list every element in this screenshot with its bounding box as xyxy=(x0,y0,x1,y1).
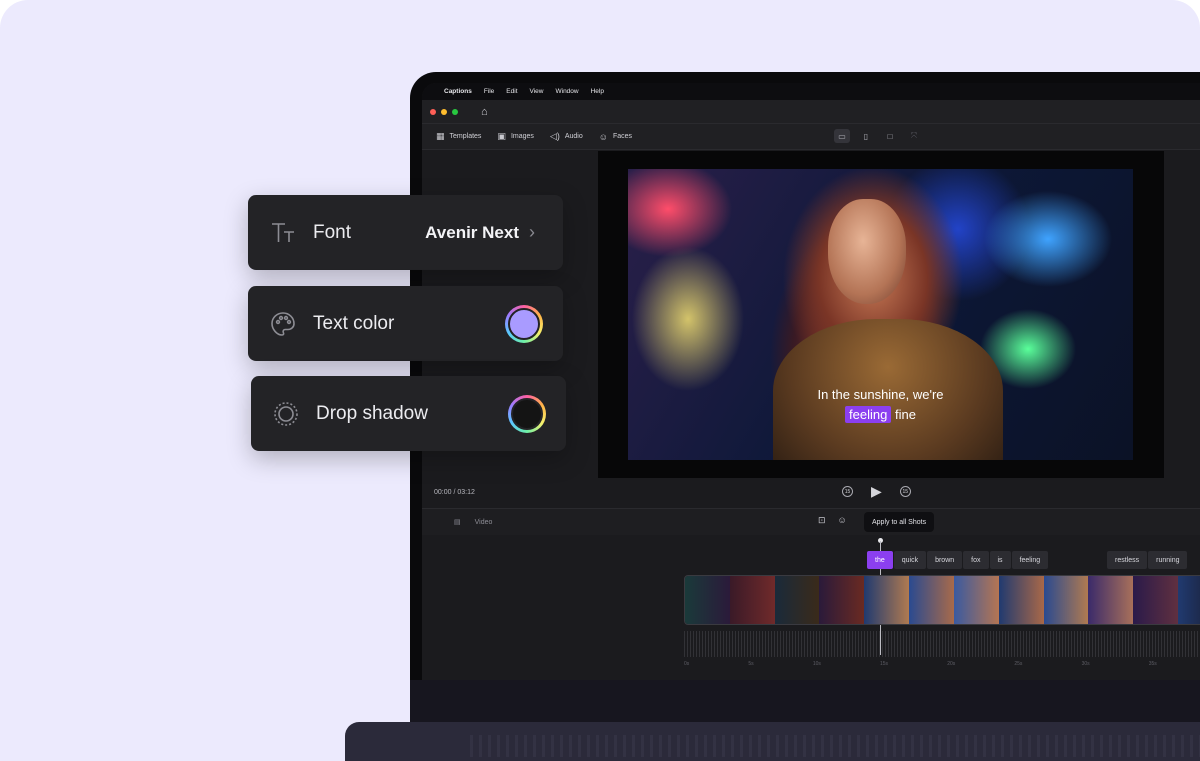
templates-icon: ▦ xyxy=(436,131,445,141)
thumbnail xyxy=(819,576,865,624)
thumbnail xyxy=(998,576,1044,624)
images-label: Images xyxy=(510,133,534,140)
zoom-window-button[interactable] xyxy=(452,108,458,115)
apply-to-all-shots-button[interactable]: Apply to all Shots xyxy=(864,512,935,532)
image-icon: ▣ xyxy=(497,131,506,141)
menu-help[interactable]: Help xyxy=(591,88,604,95)
video-track-text: Video xyxy=(474,518,493,526)
close-window-button[interactable] xyxy=(430,108,436,115)
audio-icon: ◁) xyxy=(549,131,560,141)
text-color-swatch[interactable] xyxy=(505,304,543,343)
aspect-ratio-group: ▭ ▯ □ ⤧ xyxy=(834,129,922,143)
timeline-ruler: 0s 5s 10s 15s 20s 25s 30s 35s 40s xyxy=(684,661,1200,667)
laptop-hinge xyxy=(410,680,1200,725)
caption-word[interactable]: restless xyxy=(1107,551,1148,569)
palette-icon xyxy=(268,310,298,338)
ruler-tick: 20s xyxy=(947,661,956,667)
thumbnail xyxy=(1088,576,1134,624)
faces-icon: ☺ xyxy=(598,131,608,142)
audio-button[interactable]: ◁) Audio xyxy=(550,131,583,142)
thumbnail xyxy=(1133,576,1179,624)
home-icon[interactable]: ⌂ xyxy=(481,106,488,118)
chevron-right-icon: › xyxy=(529,222,535,242)
font-label: Font xyxy=(313,221,352,243)
drop-shadow-fill xyxy=(511,397,543,430)
menu-bar: Captions File Edit View Window Help xyxy=(422,83,1200,100)
audio-waveform xyxy=(684,631,1200,657)
caption-word[interactable]: quick xyxy=(893,551,927,569)
text-color-fill xyxy=(508,307,540,340)
video-thumbnail-strip[interactable] xyxy=(684,575,1200,625)
font-icon xyxy=(268,221,298,245)
text-color-label: Text color xyxy=(313,312,395,334)
caption-word[interactable]: fox xyxy=(963,551,989,569)
thumbnail xyxy=(1178,576,1200,624)
minimize-window-button[interactable] xyxy=(441,108,447,115)
video-track-label: ▤ Video xyxy=(454,518,493,527)
ruler-tick: 10s xyxy=(812,661,821,667)
text-color-setting-row[interactable]: Text color xyxy=(248,286,563,361)
caption-word[interactable]: is xyxy=(989,551,1011,569)
thumbnail xyxy=(953,576,999,624)
ruler-tick: 35s xyxy=(1148,661,1157,667)
faces-label: Faces xyxy=(612,133,632,140)
face-track-icon[interactable]: ☺ xyxy=(838,515,847,526)
thumbnail xyxy=(864,576,910,624)
caption-line-2[interactable]: feeling fine xyxy=(628,406,1133,423)
thumbnail xyxy=(685,576,730,624)
caption-word-track-later: restless running xyxy=(1107,551,1188,569)
drop-shadow-setting-row[interactable]: Drop shadow xyxy=(251,376,566,451)
focus-icon[interactable]: ⊡ xyxy=(818,515,826,526)
ruler-tick: 15s xyxy=(880,661,889,667)
caption-word[interactable]: feeling xyxy=(1011,551,1049,569)
images-button[interactable]: ▣ Images xyxy=(497,131,533,142)
thumbnail xyxy=(909,576,954,624)
caption-line-1[interactable]: In the sunshine, we're xyxy=(628,387,1133,402)
templates-button[interactable]: ▦ Templates xyxy=(436,131,481,142)
menu-file[interactable]: File xyxy=(484,88,494,95)
thumbnail xyxy=(774,576,820,624)
caption-word[interactable]: running xyxy=(1148,551,1188,569)
menu-view[interactable]: View xyxy=(530,88,544,95)
window-titlebar: ⌂ xyxy=(422,100,1200,124)
video-frame[interactable]: In the sunshine, we're feeling fine xyxy=(628,169,1133,460)
thumbnail xyxy=(729,576,775,624)
drop-shadow-label: Drop shadow xyxy=(316,402,428,424)
font-setting-row[interactable]: Font Avenir Next › xyxy=(248,195,563,270)
templates-label: Templates xyxy=(449,133,482,140)
thumbnail xyxy=(1043,576,1089,624)
caption-word-track: the quick brown fox is feeling xyxy=(867,551,1049,569)
ruler-tick: 5s xyxy=(748,661,754,667)
caption-word[interactable]: brown xyxy=(927,551,963,569)
timeline-tools: ⊡ ☺ xyxy=(818,515,847,526)
rewind-15-icon[interactable]: 15 xyxy=(842,486,853,497)
caption-word[interactable]: the xyxy=(867,551,893,569)
square-aspect-icon[interactable]: □ xyxy=(882,129,898,143)
faces-button[interactable]: ☺ Faces xyxy=(599,132,632,142)
ruler-tick: 30s xyxy=(1081,661,1090,667)
video-subject-face xyxy=(828,199,906,304)
landscape-aspect-icon[interactable]: ▭ xyxy=(834,129,850,143)
menu-edit[interactable]: Edit xyxy=(506,88,517,95)
audio-label: Audio xyxy=(564,133,583,140)
crop-icon[interactable]: ⤧ xyxy=(906,129,922,143)
playback-controls: 15 ▶ 15 xyxy=(842,483,911,500)
drop-shadow-swatch[interactable] xyxy=(508,394,546,433)
forward-15-icon[interactable]: 15 xyxy=(899,486,911,497)
caption-highlight-word: feeling xyxy=(845,406,892,423)
timeline-header: ▤ Video ⊡ ☺ Apply to all Shots xyxy=(422,508,1200,535)
ruler-tick: 25s xyxy=(1014,661,1023,667)
menu-app-name[interactable]: Captions xyxy=(444,88,472,95)
timecode: 00:00 / 03:12 xyxy=(434,489,475,496)
menu-window[interactable]: Window xyxy=(555,88,578,95)
laptop-keyboard xyxy=(470,735,1200,757)
editor-toolbar: ▦ Templates ▣ Images ◁) Audio ☺ Faces ▭ … xyxy=(422,124,1200,150)
ruler-tick: 0s xyxy=(684,661,690,667)
portrait-aspect-icon[interactable]: ▯ xyxy=(858,129,874,143)
film-icon: ▤ xyxy=(454,519,461,526)
play-icon[interactable]: ▶ xyxy=(871,483,882,500)
shadow-icon xyxy=(271,400,301,428)
caption-rest: fine xyxy=(894,407,916,422)
font-value: Avenir Next xyxy=(425,222,519,242)
